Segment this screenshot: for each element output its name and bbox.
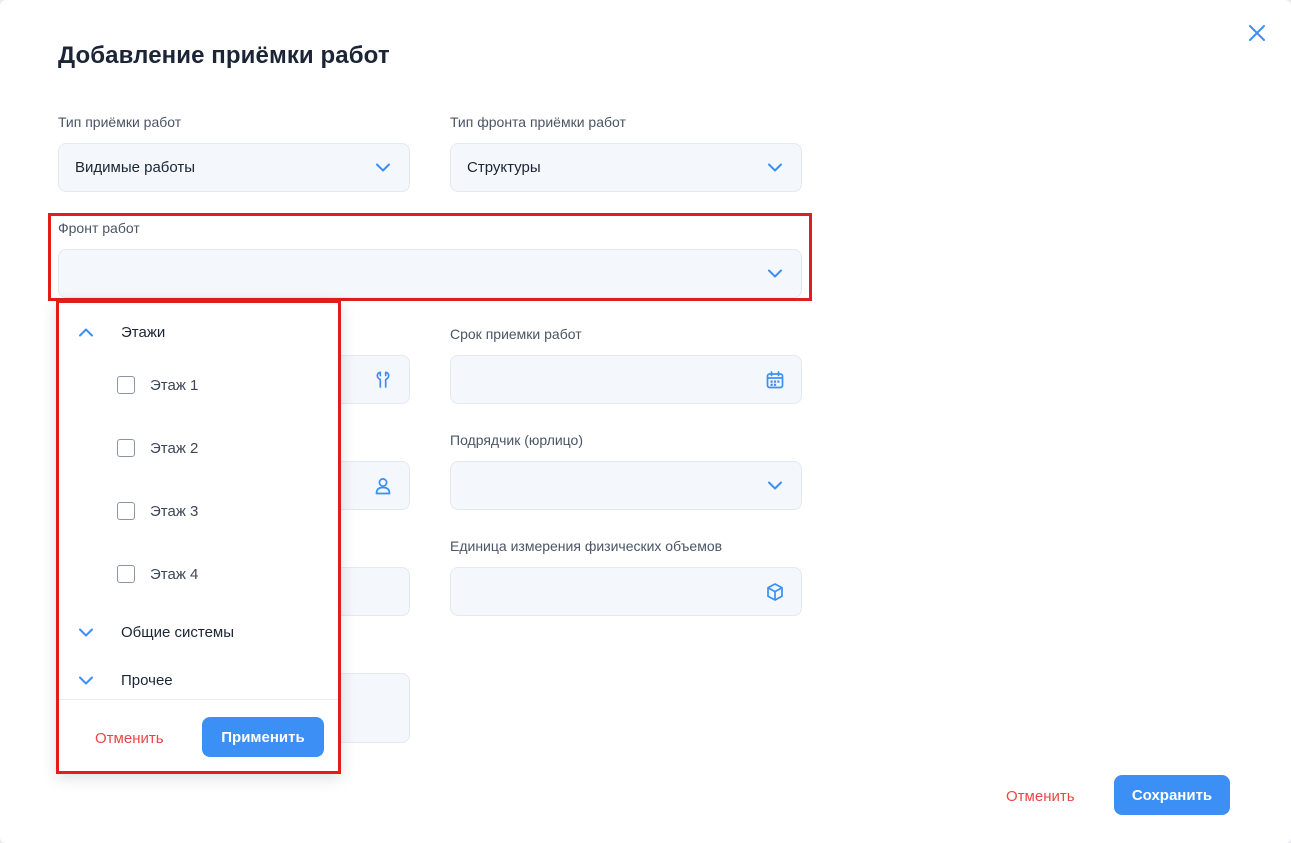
option-label: Этаж 3 bbox=[150, 502, 199, 520]
divider bbox=[59, 699, 338, 700]
option-label: Этаж 4 bbox=[150, 565, 199, 583]
acceptance-type-label: Тип приёмки работ bbox=[58, 114, 182, 130]
add-acceptance-modal: Добавление приёмки работ Тип приёмки раб… bbox=[0, 0, 1291, 843]
dropdown-cancel-button[interactable]: Отменить bbox=[95, 730, 164, 747]
group-label: Общие системы bbox=[121, 623, 235, 641]
group-common-systems[interactable]: Общие системы bbox=[79, 619, 234, 645]
option-floor-4[interactable]: Этаж 4 bbox=[117, 562, 198, 586]
close-icon[interactable] bbox=[1246, 22, 1268, 44]
group-label: Этажи bbox=[121, 323, 166, 341]
unit-input[interactable] bbox=[450, 567, 802, 616]
chevron-down-icon bbox=[765, 476, 785, 496]
acceptance-type-select[interactable]: Видимые работы bbox=[58, 143, 410, 192]
work-front-dropdown: Этажи Этаж 1 Этаж 2 Этаж 3 Этаж 4 Общие … bbox=[56, 300, 341, 774]
group-other[interactable]: Прочее bbox=[79, 667, 173, 693]
chevron-down-icon[interactable] bbox=[79, 676, 105, 685]
chevron-down-icon bbox=[373, 158, 393, 178]
contractor-label: Подрядчик (юрлицо) bbox=[450, 432, 583, 448]
contractor-select[interactable] bbox=[450, 461, 802, 510]
checkbox[interactable] bbox=[117, 502, 135, 520]
user-icon bbox=[373, 476, 393, 496]
checkbox[interactable] bbox=[117, 565, 135, 583]
front-type-value: Структуры bbox=[467, 159, 541, 176]
checkbox[interactable] bbox=[117, 376, 135, 394]
front-type-label: Тип фронта приёмки работ bbox=[450, 114, 626, 130]
work-front-select[interactable] bbox=[58, 249, 802, 298]
group-floors[interactable]: Этажи bbox=[79, 319, 165, 345]
option-floor-3[interactable]: Этаж 3 bbox=[117, 499, 198, 523]
group-label: Прочее bbox=[121, 671, 173, 689]
work-front-label: Фронт работ bbox=[58, 220, 140, 236]
page-title: Добавление приёмки работ bbox=[58, 42, 390, 69]
chevron-down-icon[interactable] bbox=[79, 628, 105, 637]
deadline-date-input[interactable] bbox=[450, 355, 802, 404]
chevron-up-icon[interactable] bbox=[79, 328, 105, 337]
unit-label: Единица измерения физических объемов bbox=[450, 538, 723, 554]
dropdown-apply-button[interactable]: Применить bbox=[202, 717, 324, 757]
option-label: Этаж 2 bbox=[150, 439, 199, 457]
chevron-down-icon bbox=[765, 158, 785, 178]
checkbox[interactable] bbox=[117, 439, 135, 457]
option-label: Этаж 1 bbox=[150, 376, 199, 394]
option-floor-1[interactable]: Этаж 1 bbox=[117, 373, 198, 397]
wrench-icon bbox=[373, 370, 393, 390]
option-floor-2[interactable]: Этаж 2 bbox=[117, 436, 198, 460]
cube-icon bbox=[765, 582, 785, 602]
calendar-icon bbox=[765, 370, 785, 390]
deadline-label: Срок приемки работ bbox=[450, 326, 582, 342]
acceptance-type-value: Видимые работы bbox=[75, 159, 196, 176]
cancel-button[interactable]: Отменить bbox=[1006, 788, 1075, 805]
front-type-select[interactable]: Структуры bbox=[450, 143, 802, 192]
chevron-down-icon bbox=[765, 264, 785, 284]
save-button[interactable]: Сохранить bbox=[1114, 775, 1230, 815]
